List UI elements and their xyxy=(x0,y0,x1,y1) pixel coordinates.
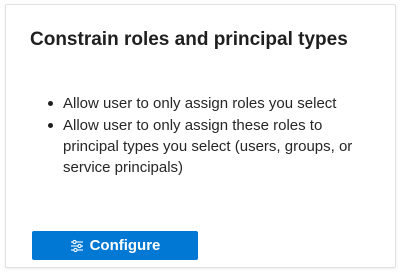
constrain-roles-card: Constrain roles and principal types Allo… xyxy=(5,4,396,268)
list-item-text: Allow user to only assign roles you sele… xyxy=(63,95,337,112)
bullet-dot-icon xyxy=(48,101,53,106)
list-item: Allow user to only assign roles you sele… xyxy=(48,93,363,114)
constraint-list: Allow user to only assign roles you sele… xyxy=(48,93,383,178)
configure-button[interactable]: Configure xyxy=(32,231,198,260)
settings-sliders-icon xyxy=(70,239,84,253)
list-item: Allow user to only assign these roles to… xyxy=(48,115,381,178)
configure-button-label: Configure xyxy=(89,237,161,254)
card-title: Constrain roles and principal types xyxy=(30,29,348,50)
bullet-dot-icon xyxy=(48,123,53,128)
list-item-text: Allow user to only assign these roles to… xyxy=(63,117,353,176)
